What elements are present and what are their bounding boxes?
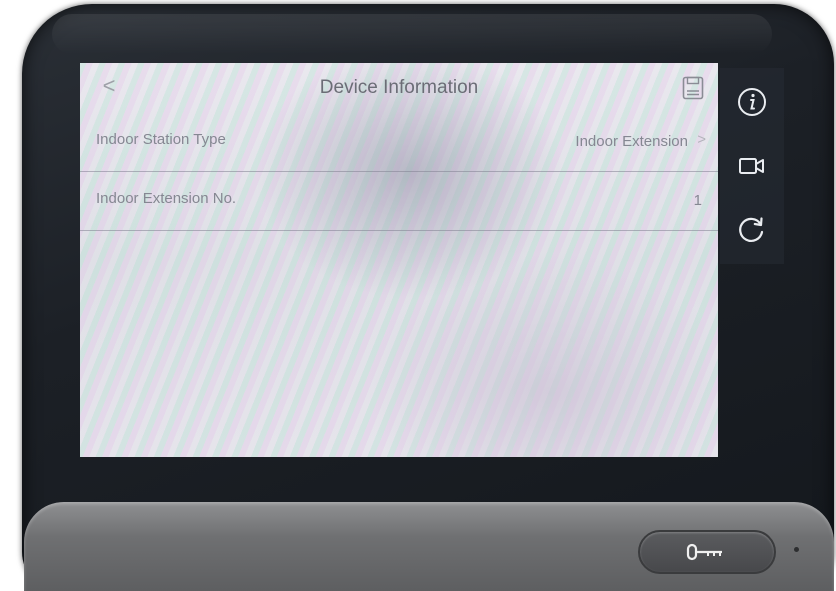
info-icon: [738, 88, 766, 116]
row-label: Indoor Extension No.: [96, 190, 237, 207]
save-icon: [682, 76, 704, 100]
row-label: Indoor Station Type: [96, 131, 226, 148]
bezel-highlight: [52, 14, 772, 54]
row-value: Indoor Extension: [575, 133, 688, 150]
status-led: [794, 547, 799, 552]
touch-screen: < Device Information Indoor Station Type…: [80, 63, 718, 457]
row-value: 1: [693, 192, 702, 209]
camera-icon: [739, 158, 764, 174]
info-button[interactable]: [732, 82, 772, 122]
device-photo: < Device Information Indoor Station Type…: [0, 0, 836, 591]
camera-button[interactable]: [732, 146, 772, 186]
key-icon: [686, 543, 722, 561]
page-title: Device Information: [319, 77, 479, 98]
unlock-button[interactable]: [638, 530, 776, 574]
refresh-button[interactable]: [732, 210, 772, 250]
row-indoor-station-type[interactable]: Indoor Station Type Indoor Extension >: [80, 113, 718, 172]
save-button[interactable]: [682, 76, 704, 100]
row-indoor-extension-no[interactable]: Indoor Extension No. 1: [80, 172, 718, 231]
refresh-icon: [739, 217, 764, 242]
chevron-right-icon: >: [697, 131, 706, 148]
screen-header: < Device Information: [80, 63, 718, 113]
side-button-panel: [720, 68, 784, 264]
